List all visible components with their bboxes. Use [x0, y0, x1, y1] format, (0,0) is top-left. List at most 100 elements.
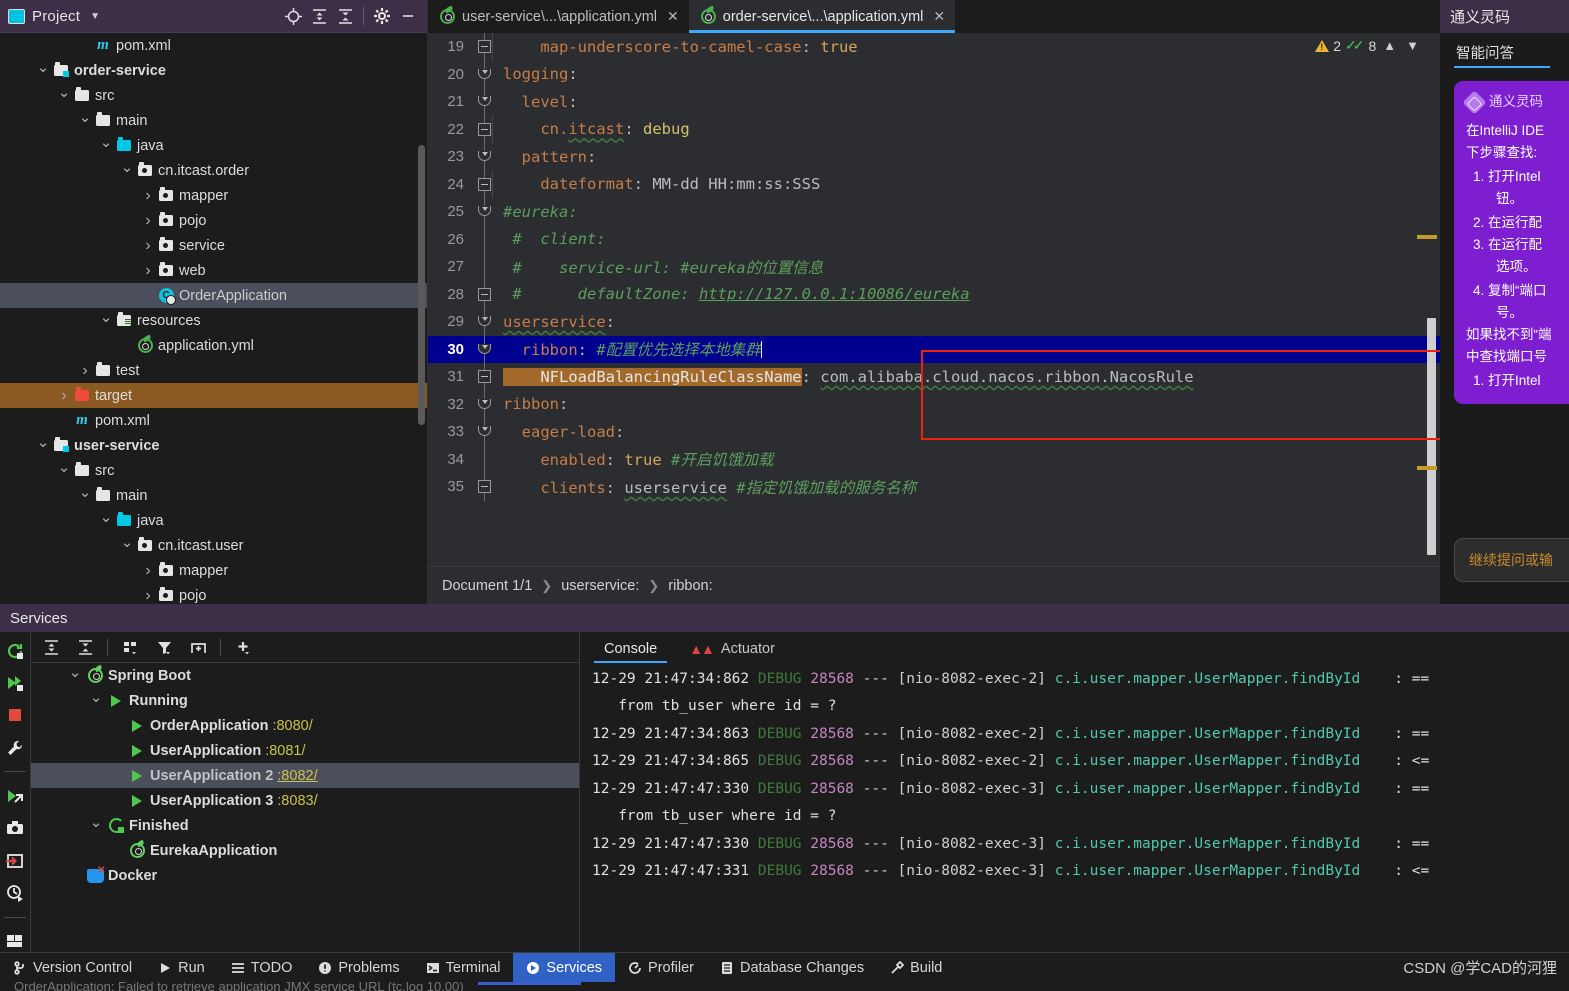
play-icon[interactable]: [111, 694, 121, 707]
tree-node-mapper[interactable]: mapper: [0, 183, 427, 208]
breadcrumb[interactable]: Document 1/1 ❯ userservice: ❯ ribbon:: [428, 566, 1440, 604]
settings-wrench-icon[interactable]: [4, 737, 26, 758]
scrollbar-warning-marker[interactable]: [1417, 235, 1437, 239]
code-line-19[interactable]: 19 map-underscore-to-camel-case: true: [428, 33, 1440, 61]
ai-tab-bar[interactable]: 智能问答: [1440, 33, 1569, 71]
console-tab-console[interactable]: Console: [590, 632, 671, 665]
tree-expand-arrow[interactable]: [98, 137, 114, 155]
fold-collapse-icon[interactable]: [478, 426, 491, 436]
statusbar-item-todo[interactable]: TODO: [218, 953, 306, 983]
service-expand-arrow[interactable]: [66, 667, 84, 685]
next-problem-icon[interactable]: ▼: [1403, 38, 1422, 53]
editor-tab-2[interactable]: order-service\...\application.yml ✕: [688, 0, 956, 33]
tree-expand-arrow[interactable]: [119, 162, 135, 180]
fold-gutter[interactable]: [470, 33, 500, 61]
tree-node-service[interactable]: service: [0, 233, 427, 258]
service-node-orderapplication[interactable]: OrderApplication:8080/: [31, 713, 579, 738]
add-tab-icon[interactable]: [186, 636, 210, 658]
play-icon[interactable]: [132, 719, 142, 732]
statusbar-item-version-control[interactable]: Version Control: [0, 953, 145, 983]
code-line-26[interactable]: 26 # client:: [428, 225, 1440, 253]
code-line-33[interactable]: 33 eager-load:: [428, 418, 1440, 446]
tree-node-mapper[interactable]: mapper: [0, 558, 427, 583]
code-line-27[interactable]: 27 # service-url: #eureka的位置信息: [428, 253, 1440, 281]
tree-node-pojo[interactable]: pojo: [0, 583, 427, 604]
fold-gutter[interactable]: [470, 198, 500, 226]
fold-gutter[interactable]: [470, 253, 500, 281]
code-line-28[interactable]: 28 # defaultZone: http://127.0.0.1:10086…: [428, 280, 1440, 308]
editor-tab-1[interactable]: user-service\...\application.yml ✕: [428, 0, 689, 33]
group-by-icon[interactable]: [118, 636, 142, 658]
tree-expand-arrow[interactable]: [140, 562, 156, 580]
tree-node-java[interactable]: java: [0, 133, 427, 158]
expand-all-icon[interactable]: [306, 3, 332, 29]
minimize-icon[interactable]: [395, 3, 421, 29]
scrollbar-warning-marker[interactable]: [1417, 466, 1437, 470]
tree-node-order-service[interactable]: order-service: [0, 58, 427, 83]
tree-expand-arrow[interactable]: [140, 587, 156, 605]
tree-expand-arrow[interactable]: [35, 62, 51, 80]
tree-node-src[interactable]: src: [0, 458, 427, 483]
service-node-finished[interactable]: Finished: [31, 813, 579, 838]
fold-collapse-icon[interactable]: [478, 343, 491, 354]
service-expand-arrow[interactable]: [87, 817, 105, 835]
tree-node-cn-itcast-order[interactable]: cn.itcast.order: [0, 158, 427, 183]
tree-node-application-yml[interactable]: application.yml: [0, 333, 427, 358]
tree-expand-arrow[interactable]: [140, 212, 156, 230]
code-line-35[interactable]: 35 clients: userservice #指定饥饿加载的服务名称: [428, 473, 1440, 501]
tree-node-pom-xml[interactable]: m pom.xml: [0, 33, 427, 58]
code-line-22[interactable]: 22 cn.itcast: debug: [428, 115, 1440, 143]
collapse-all-icon[interactable]: [73, 636, 97, 658]
tree-node-test[interactable]: test: [0, 358, 427, 383]
rerun-failed-icon[interactable]: [4, 672, 26, 693]
tree-node-user-service[interactable]: user-service: [0, 433, 427, 458]
fold-collapse-icon[interactable]: [478, 151, 491, 161]
service-node-userapplication-3[interactable]: UserApplication 3:8083/: [31, 788, 579, 813]
tree-expand-arrow[interactable]: [77, 362, 93, 380]
fold-marker-icon[interactable]: [478, 40, 491, 53]
tree-node-java[interactable]: java: [0, 508, 427, 533]
tab-smart-qa[interactable]: 智能问答: [1456, 42, 1514, 63]
fold-marker-icon[interactable]: [478, 177, 491, 191]
statusbar-item-problems[interactable]: Problems: [305, 953, 412, 983]
fold-gutter[interactable]: [470, 335, 500, 363]
statusbar-item-services[interactable]: Services: [513, 952, 616, 983]
project-tree[interactable]: mpom.xmlorder-servicesrcmainjavacn.itcas…: [0, 33, 427, 604]
ai-prompt-input[interactable]: 继续提问或输: [1454, 538, 1569, 582]
service-node-spring-boot[interactable]: Spring Boot: [31, 663, 579, 688]
settings-gear-icon[interactable]: [369, 3, 395, 29]
fold-marker-icon[interactable]: [478, 480, 491, 493]
close-icon[interactable]: ✕: [933, 8, 945, 25]
code-lines[interactable]: 19 map-underscore-to-camel-case: true 20 l…: [428, 33, 1440, 501]
tree-expand-arrow[interactable]: [35, 437, 51, 455]
tree-expand-arrow[interactable]: [98, 512, 114, 530]
tree-node-orderapplication[interactable]: C OrderApplication: [0, 283, 427, 308]
locate-icon[interactable]: [280, 3, 306, 29]
fold-gutter[interactable]: [470, 60, 500, 88]
fold-gutter[interactable]: [470, 308, 500, 336]
code-line-24[interactable]: 24 dateformat: MM-dd HH:mm:ss:SSS: [428, 170, 1440, 198]
tree-node-main[interactable]: main: [0, 108, 427, 133]
service-node-eurekaapplication[interactable]: EurekaApplication: [31, 838, 579, 863]
code-line-31[interactable]: 31 NFLoadBalancingRuleClassName: com.ali…: [428, 363, 1440, 391]
fold-gutter[interactable]: [470, 143, 500, 171]
tree-node-src[interactable]: src: [0, 83, 427, 108]
fold-gutter[interactable]: [470, 115, 500, 143]
code-line-20[interactable]: 20 logging:: [428, 60, 1440, 88]
collapse-all-icon[interactable]: [332, 3, 358, 29]
service-port-link[interactable]: :8081/: [265, 743, 305, 759]
service-node-running[interactable]: Running: [31, 688, 579, 713]
prev-problem-icon[interactable]: ▲: [1380, 38, 1399, 53]
tree-expand-arrow[interactable]: [56, 87, 72, 105]
statusbar-item-profiler[interactable]: Profiler: [615, 953, 707, 983]
code-line-30[interactable]: 30 ribbon: #配置优先选择本地集群: [428, 335, 1440, 363]
service-port-link[interactable]: :8082/: [277, 768, 317, 784]
service-expand-arrow[interactable]: [87, 692, 105, 710]
play-icon[interactable]: [132, 794, 142, 807]
tree-expand-arrow[interactable]: [140, 262, 156, 280]
inspection-widget[interactable]: 2 ✓✓ 8 ▲ ▼: [1315, 37, 1422, 54]
fold-gutter[interactable]: [470, 445, 500, 473]
tree-node-pom-xml[interactable]: m pom.xml: [0, 408, 427, 433]
code-line-34[interactable]: 34 enabled: true #开启饥饿加载: [428, 445, 1440, 473]
fold-gutter[interactable]: [470, 390, 500, 418]
